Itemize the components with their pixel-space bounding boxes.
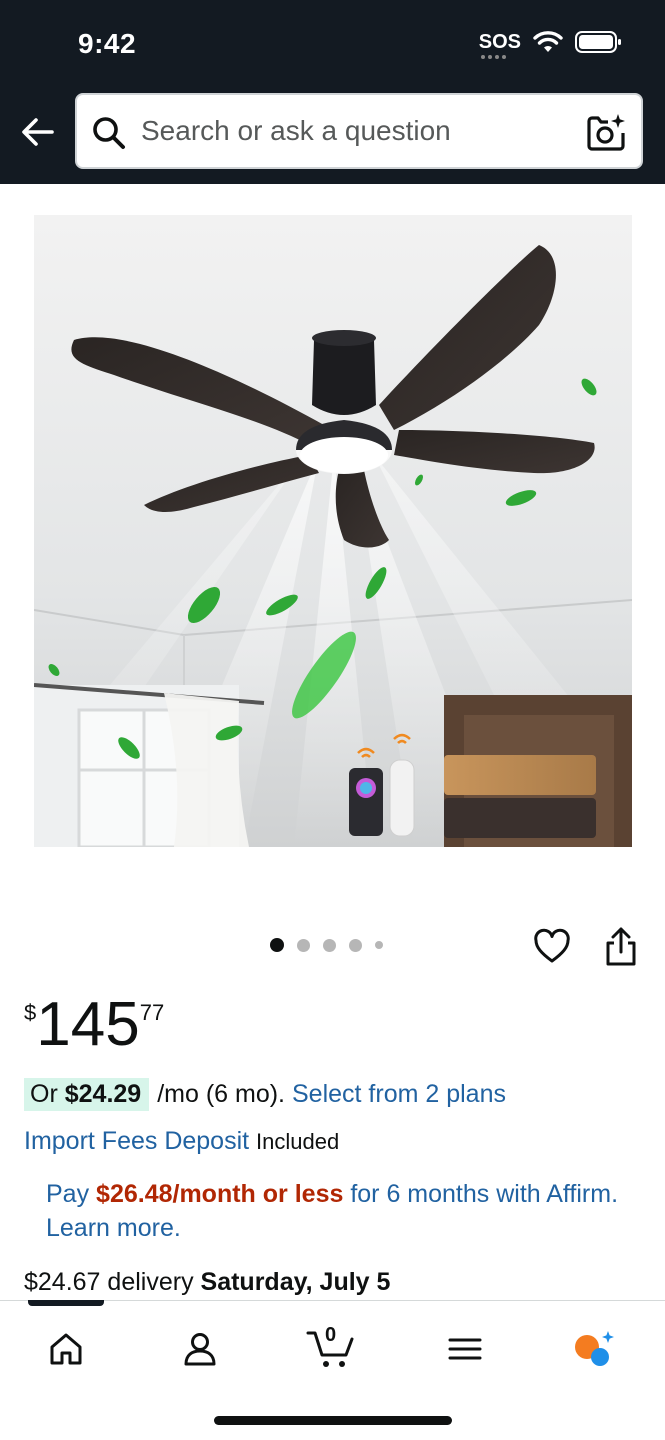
carousel-dot[interactable] [375,941,383,949]
carousel-dot-active[interactable] [270,938,284,952]
price-whole: 145 [36,990,140,1059]
import-fees-status: Included [256,1129,340,1154]
sos-indicator: SOS [478,30,521,59]
delivery-text: delivery [107,1268,194,1296]
active-tab-indicator [28,1300,104,1306]
delivery-price: $24.67 [24,1268,101,1296]
delivery-info: $24.67 delivery Saturday, July 5 [24,1268,390,1297]
tab-menu[interactable] [437,1321,493,1377]
product-price: $ 145 77 [24,992,164,1058]
home-indicator[interactable] [214,1416,452,1425]
status-bar: 9:42 SOS [0,0,665,88]
wifi-icon [533,31,563,52]
status-indicators: SOS [478,30,623,59]
search-input[interactable] [141,95,571,167]
affirm-offer[interactable]: Pay $26.48/month or less for 6 months wi… [46,1177,636,1245]
tab-cart[interactable]: 0 [304,1321,360,1377]
installment-prefix: Or [30,1080,58,1108]
carousel-dot[interactable] [349,938,362,952]
installment-highlight: Or $24.29 [24,1078,150,1111]
sos-label: SOS [478,30,521,53]
installment-term: /mo (6 mo). [157,1080,285,1108]
installment-offer: Or $24.29 /mo (6 mo). Select from 2 plan… [24,1078,506,1111]
carousel-dot[interactable] [297,938,310,952]
price-symbol: $ [24,1000,37,1025]
wishlist-heart-icon[interactable] [533,928,571,966]
search-box[interactable] [75,93,643,169]
back-arrow-icon[interactable] [18,112,58,152]
header [0,88,665,184]
import-fees-link[interactable]: Import Fees Deposit [24,1127,249,1155]
tab-account[interactable] [172,1321,228,1377]
affirm-pay: Pay [46,1180,90,1208]
product-image[interactable] [34,215,632,847]
select-plans-link[interactable]: Select from 2 plans [292,1080,506,1109]
image-carousel-dots[interactable] [270,938,383,952]
delivery-date: Saturday, July 5 [200,1268,391,1296]
tab-rufus[interactable] [568,1321,624,1377]
account-icon [184,1333,216,1366]
carousel-dot[interactable] [323,938,336,952]
cart-count: 0 [325,1324,337,1346]
ceiling-fan-image [34,215,632,847]
search-icon [93,117,125,149]
battery-icon [575,31,621,53]
status-time: 9:42 [78,28,137,59]
share-icon[interactable] [602,926,640,968]
tab-home[interactable] [38,1321,94,1377]
menu-icon [448,1338,482,1360]
price-fraction: 77 [139,1000,165,1025]
camera-search-icon[interactable] [587,113,627,153]
import-fees: Import Fees Deposit Included [24,1127,339,1156]
installment-amount: $24.29 [64,1080,142,1108]
rufus-assistant-icon [575,1331,614,1366]
affirm-amount: $26.48/month or less [96,1180,344,1208]
home-icon [50,1333,82,1365]
